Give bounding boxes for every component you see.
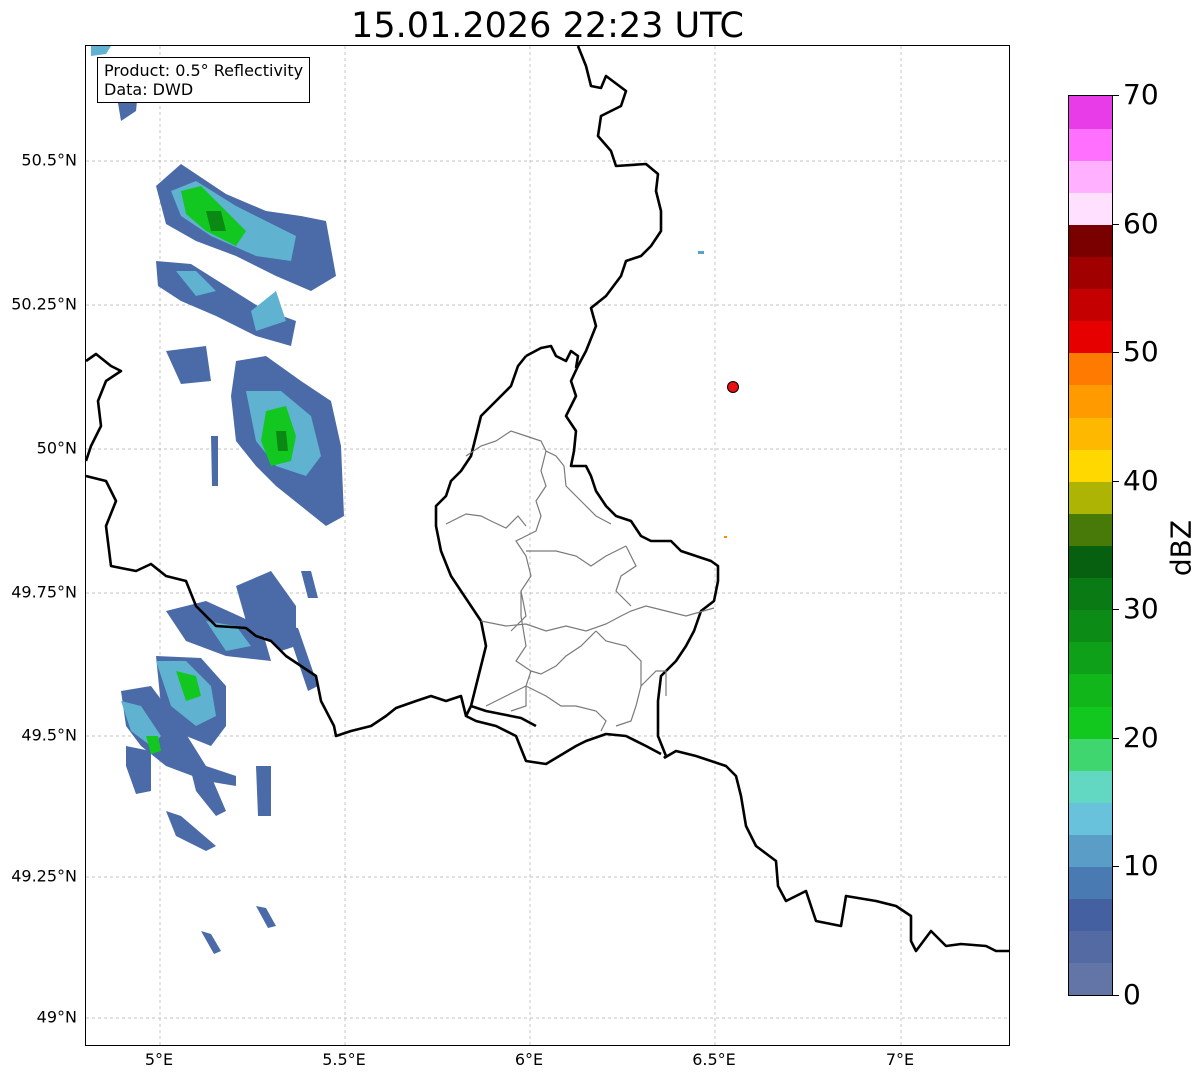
lat-label-50-25: 50.25°N <box>11 294 77 314</box>
lon-label-6-5: 6.5°E <box>692 1050 736 1069</box>
colorbar-tick-label: 70 <box>1123 78 1159 111</box>
colorbar-tick-label: 0 <box>1123 978 1141 1011</box>
dbz-colorbar <box>1068 95 1113 996</box>
colorbar-segment <box>1069 513 1112 546</box>
country-borders <box>86 46 1009 953</box>
radar-site-marker[interactable] <box>727 381 739 393</box>
lat-label-50-5: 50.5°N <box>21 150 77 170</box>
colorbar-segment <box>1069 609 1112 643</box>
colorbar-segment <box>1069 224 1112 258</box>
lat-label-49-25: 49.25°N <box>11 866 77 886</box>
colorbar-segment <box>1069 352 1112 386</box>
colorbar-segment <box>1069 962 1112 996</box>
colorbar-tick-label: 40 <box>1123 463 1159 497</box>
colorbar-tick-label: 50 <box>1123 335 1159 369</box>
colorbar-segment <box>1069 449 1112 482</box>
colorbar-tick <box>1113 866 1119 868</box>
colorbar-segment <box>1069 320 1112 354</box>
lat-label-49-75: 49.75°N <box>11 582 77 602</box>
lat-label-49-5: 49.5°N <box>21 725 77 745</box>
colorbar-tick-label: 30 <box>1123 592 1159 626</box>
colorbar-segment <box>1069 545 1112 579</box>
colorbar-tick <box>1113 480 1119 482</box>
colorbar-tick <box>1113 352 1119 354</box>
radar-map[interactable] <box>85 45 1010 1046</box>
colorbar-segment <box>1069 288 1112 322</box>
lat-label-49: 49°N <box>36 1007 77 1027</box>
colorbar-tick <box>1113 609 1119 611</box>
colorbar-segment <box>1069 738 1112 771</box>
colorbar-unit-label: dBZ <box>1164 519 1198 577</box>
colorbar-segment <box>1069 898 1112 932</box>
colorbar-segment <box>1069 96 1112 129</box>
colorbar-tick <box>1113 223 1119 225</box>
colorbar-segment <box>1069 481 1112 514</box>
colorbar-segment <box>1069 256 1112 290</box>
colorbar-segment <box>1069 930 1112 964</box>
lat-label-50: 50°N <box>36 438 77 458</box>
colorbar-tick-label: 20 <box>1123 720 1159 754</box>
admin-districts <box>445 430 715 732</box>
colorbar-segment <box>1069 641 1112 675</box>
colorbar-segment <box>1069 802 1112 835</box>
colorbar-segment <box>1069 770 1112 803</box>
colorbar-tick <box>1113 95 1119 96</box>
product-label: Product: 0.5° Reflectivity <box>104 61 304 80</box>
lon-label-5-5: 5.5°E <box>322 1050 366 1069</box>
colorbar-segment <box>1069 417 1112 450</box>
colorbar-tick <box>1113 737 1119 739</box>
lon-label-5: 5°E <box>144 1050 174 1069</box>
map-canvas <box>86 46 1009 1045</box>
colorbar-segment <box>1069 706 1112 739</box>
colorbar-tick-label: 60 <box>1123 206 1159 240</box>
colorbar-segment <box>1069 866 1112 900</box>
colorbar-segment <box>1069 673 1112 707</box>
data-source-label: Data: DWD <box>104 80 194 99</box>
colorbar-segment <box>1069 384 1112 418</box>
lon-label-6: 6°E <box>514 1050 544 1069</box>
colorbar-segment <box>1069 160 1112 193</box>
colorbar-tick <box>1113 995 1119 996</box>
colorbar-tick-label: 10 <box>1123 849 1159 883</box>
colorbar-segment <box>1069 192 1112 225</box>
map-title: 15.01.2026 22:23 UTC <box>351 6 744 46</box>
reflectivity-echoes <box>91 46 727 954</box>
lon-label-7: 7°E <box>885 1050 915 1069</box>
colorbar-segment <box>1069 834 1112 868</box>
colorbar-segment <box>1069 128 1112 161</box>
colorbar-segment <box>1069 577 1112 611</box>
product-info-box: Product: 0.5° Reflectivity Data: DWD <box>97 57 311 103</box>
